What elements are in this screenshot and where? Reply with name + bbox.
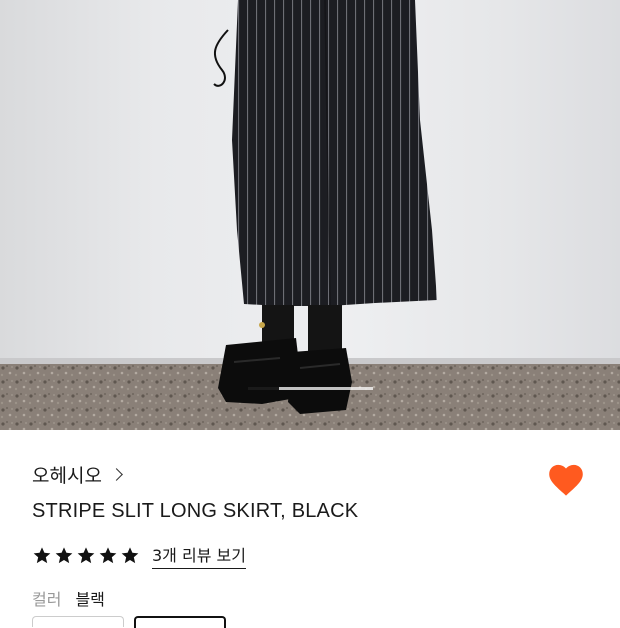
- color-swatch-selected[interactable]: [134, 616, 226, 628]
- product-photo-illustration: [0, 0, 620, 430]
- review-link[interactable]: 3개 리뷰 보기: [152, 542, 246, 569]
- star-icon: [77, 547, 95, 564]
- star-icon: [33, 547, 51, 564]
- rating-stars: [32, 545, 140, 565]
- color-swatch[interactable]: [32, 616, 124, 627]
- product-title: STRIPE SLIT LONG SKIRT, BLACK: [32, 500, 359, 522]
- product-image[interactable]: [0, 0, 620, 430]
- option-label: 컬러: [32, 590, 62, 609]
- star-icon: [99, 547, 117, 564]
- chevron-right-icon: [110, 467, 123, 481]
- option-value: 블랙: [75, 590, 105, 609]
- product-info: 오헤시오 STRIPE SLIT LONG SKIRT, BLACK 3개 리뷰…: [0, 430, 620, 628]
- brand-name: 오헤시오: [32, 464, 102, 487]
- carousel-progress-fill: [248, 387, 280, 390]
- brand-link[interactable]: 오헤시오: [32, 460, 123, 488]
- heart-icon[interactable]: [547, 461, 585, 497]
- star-icon: [121, 547, 139, 564]
- rating-row: 3개 리뷰 보기: [32, 542, 246, 569]
- carousel-progress-track: [248, 387, 373, 390]
- option-row: 컬러 블랙: [32, 586, 105, 610]
- star-icon: [55, 547, 73, 564]
